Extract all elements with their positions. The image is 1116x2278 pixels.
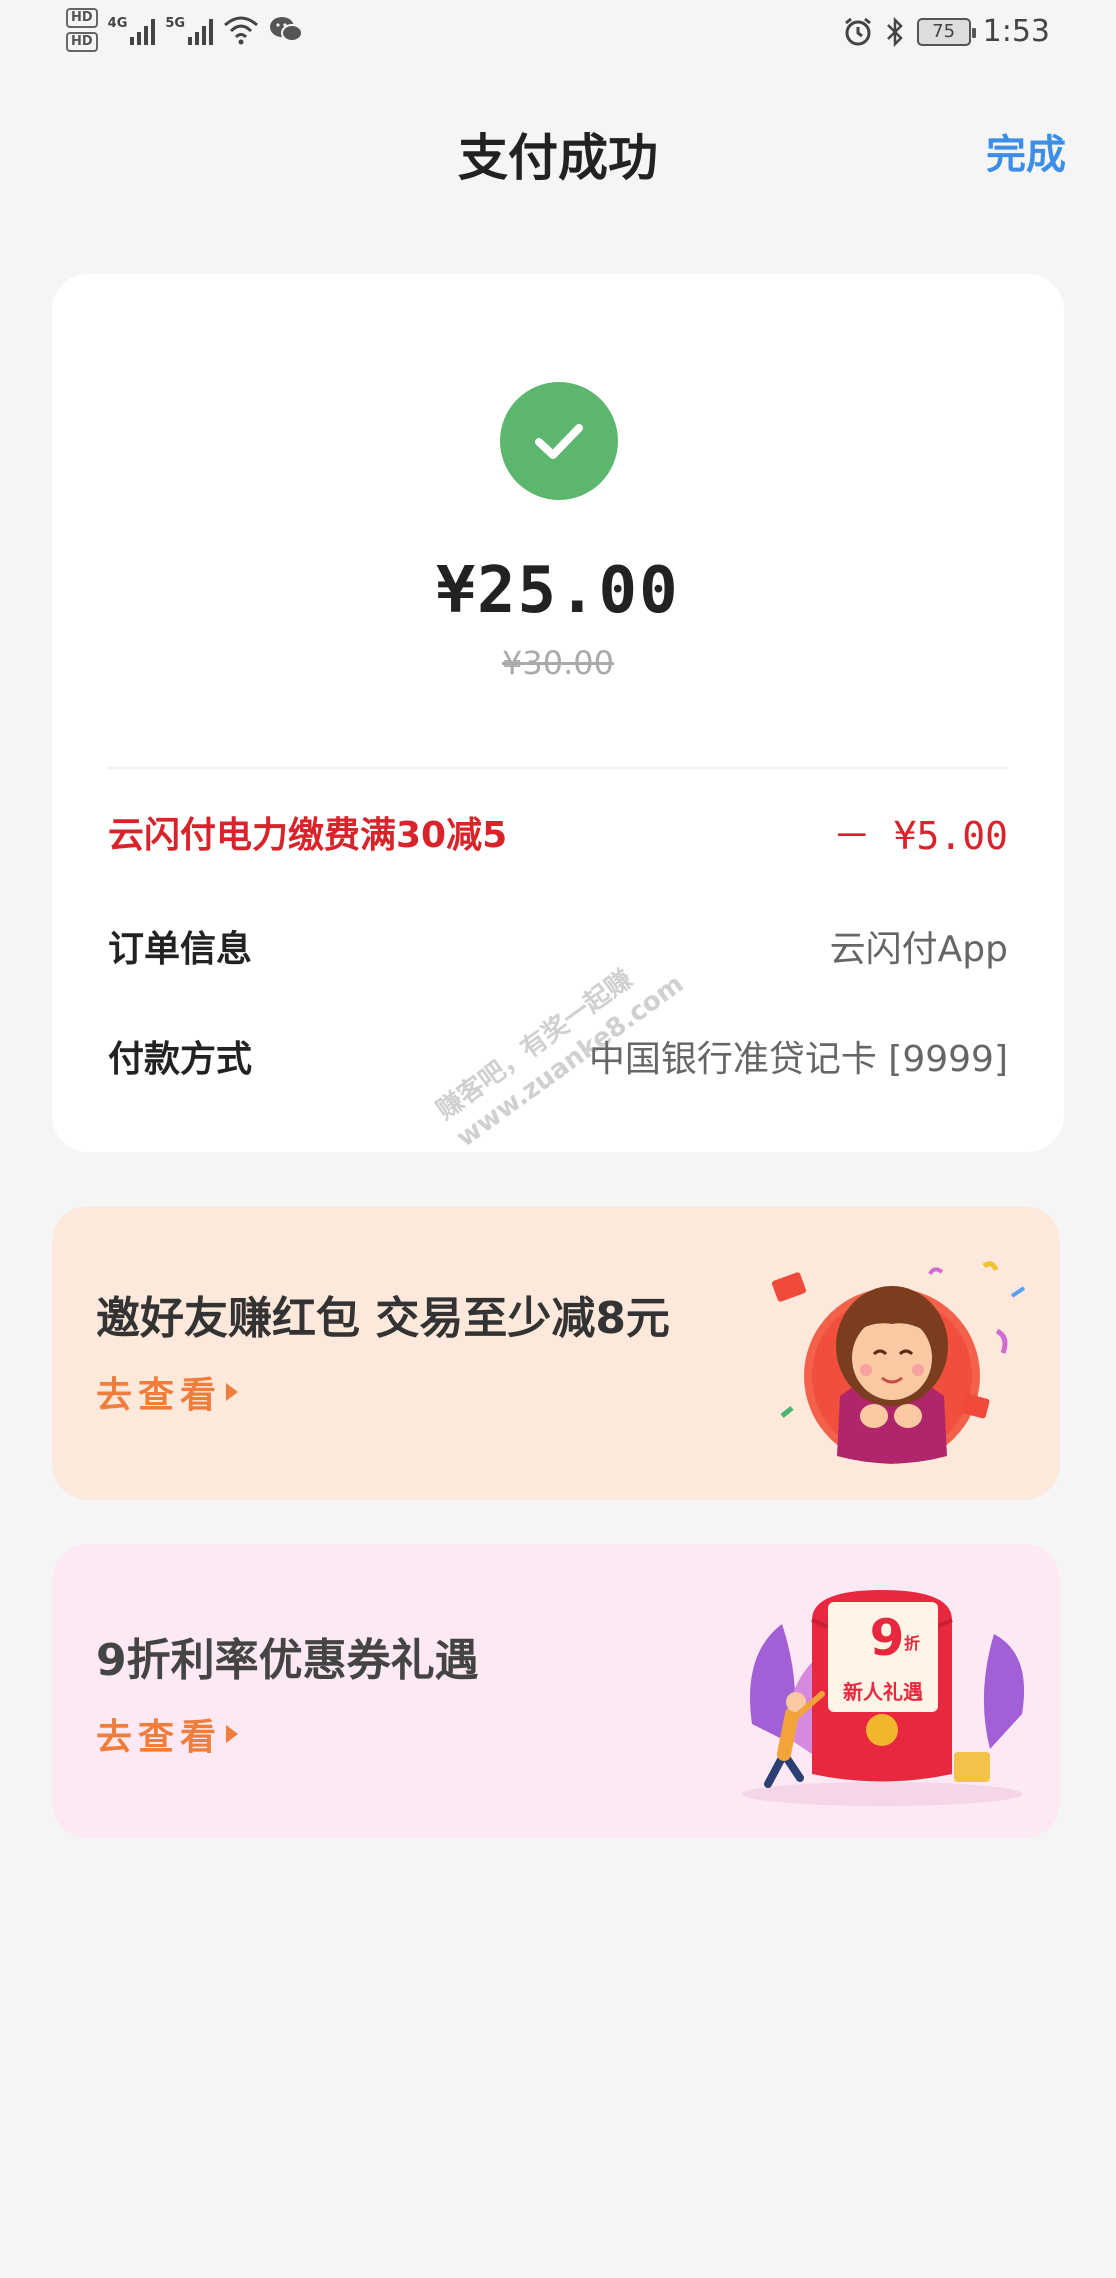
payment-method-label: 付款方式: [108, 1039, 253, 1080]
divider: [108, 767, 1008, 769]
bluetooth-icon: [886, 16, 903, 47]
payment-method-value: 中国银行准贷记卡 [9999]: [588, 1039, 1008, 1080]
discount-value: － ¥5.00: [832, 813, 1008, 858]
order-info-row: 订单信息 云闪付App: [108, 916, 1008, 976]
success-check-icon: [500, 382, 618, 500]
signal-bars-icon: [188, 18, 214, 45]
signal-bars-icon: [130, 18, 156, 45]
discount-row: 云闪付电力缴费满30减5 － ¥5.00: [108, 802, 1008, 862]
discount-label: 云闪付电力缴费满30减5: [108, 815, 508, 856]
header: 支付成功 完成: [0, 110, 1116, 190]
network-type-1: 4G: [107, 15, 128, 31]
girl-red-envelope-illustration: [771, 1261, 1026, 1464]
status-right: 75 1:53: [843, 14, 1050, 49]
clock: 1:53: [982, 14, 1050, 49]
hd-indicators: HD HD: [66, 8, 98, 52]
arrow-right-icon: [226, 1383, 239, 1401]
status-left: HD HD 4G 5G: [66, 8, 304, 52]
invite-friends-card[interactable]: 邀好友赚红包 交易至少减8元 去查看: [52, 1206, 1060, 1500]
coupon-view-link[interactable]: 去查看: [96, 1708, 239, 1760]
battery-icon: 75: [916, 17, 976, 46]
coupon-view-label: 去查看: [96, 1717, 223, 1758]
page-title: 支付成功: [458, 129, 658, 187]
rate-coupon-card[interactable]: 9折利率优惠券礼遇 去查看 9 折 新人礼遇: [52, 1544, 1060, 1838]
done-button[interactable]: 完成: [986, 122, 1066, 180]
status-bar: HD HD 4G 5G 75 1:53: [0, 0, 1116, 70]
invite-view-link[interactable]: 去查看: [96, 1366, 239, 1418]
red-envelope-coupon-illustration: 9 折 新人礼遇: [732, 1584, 1032, 1814]
discount-badge-text: 新人礼遇: [843, 1680, 923, 1704]
coupon-card-title: 9折利率优惠券礼遇: [96, 1635, 479, 1686]
hd-badge-1: HD: [66, 8, 98, 28]
hd-badge-2: HD: [66, 32, 98, 52]
signal-5g: 5G: [165, 15, 214, 45]
order-info-label: 订单信息: [108, 929, 253, 970]
alarm-icon: [844, 17, 871, 45]
invite-card-title: 邀好友赚红包 交易至少减8元: [96, 1293, 670, 1344]
paid-amount: ¥25.00: [436, 554, 680, 628]
payment-success-page: HD HD 4G 5G 75 1:53 支付成功 完成 ¥25.00 ¥30.0…: [0, 0, 1116, 2278]
wifi-icon: [224, 16, 259, 45]
wechat-icon: [270, 17, 304, 42]
network-type-2: 5G: [165, 15, 186, 31]
order-info-value: 云闪付App: [829, 929, 1008, 970]
invite-view-label: 去查看: [96, 1375, 223, 1416]
signal-4g: 4G: [108, 16, 156, 45]
original-amount: ¥30.00: [502, 644, 614, 682]
arrow-right-icon: [226, 1725, 239, 1743]
discount-badge-unit: 折: [904, 1634, 921, 1653]
